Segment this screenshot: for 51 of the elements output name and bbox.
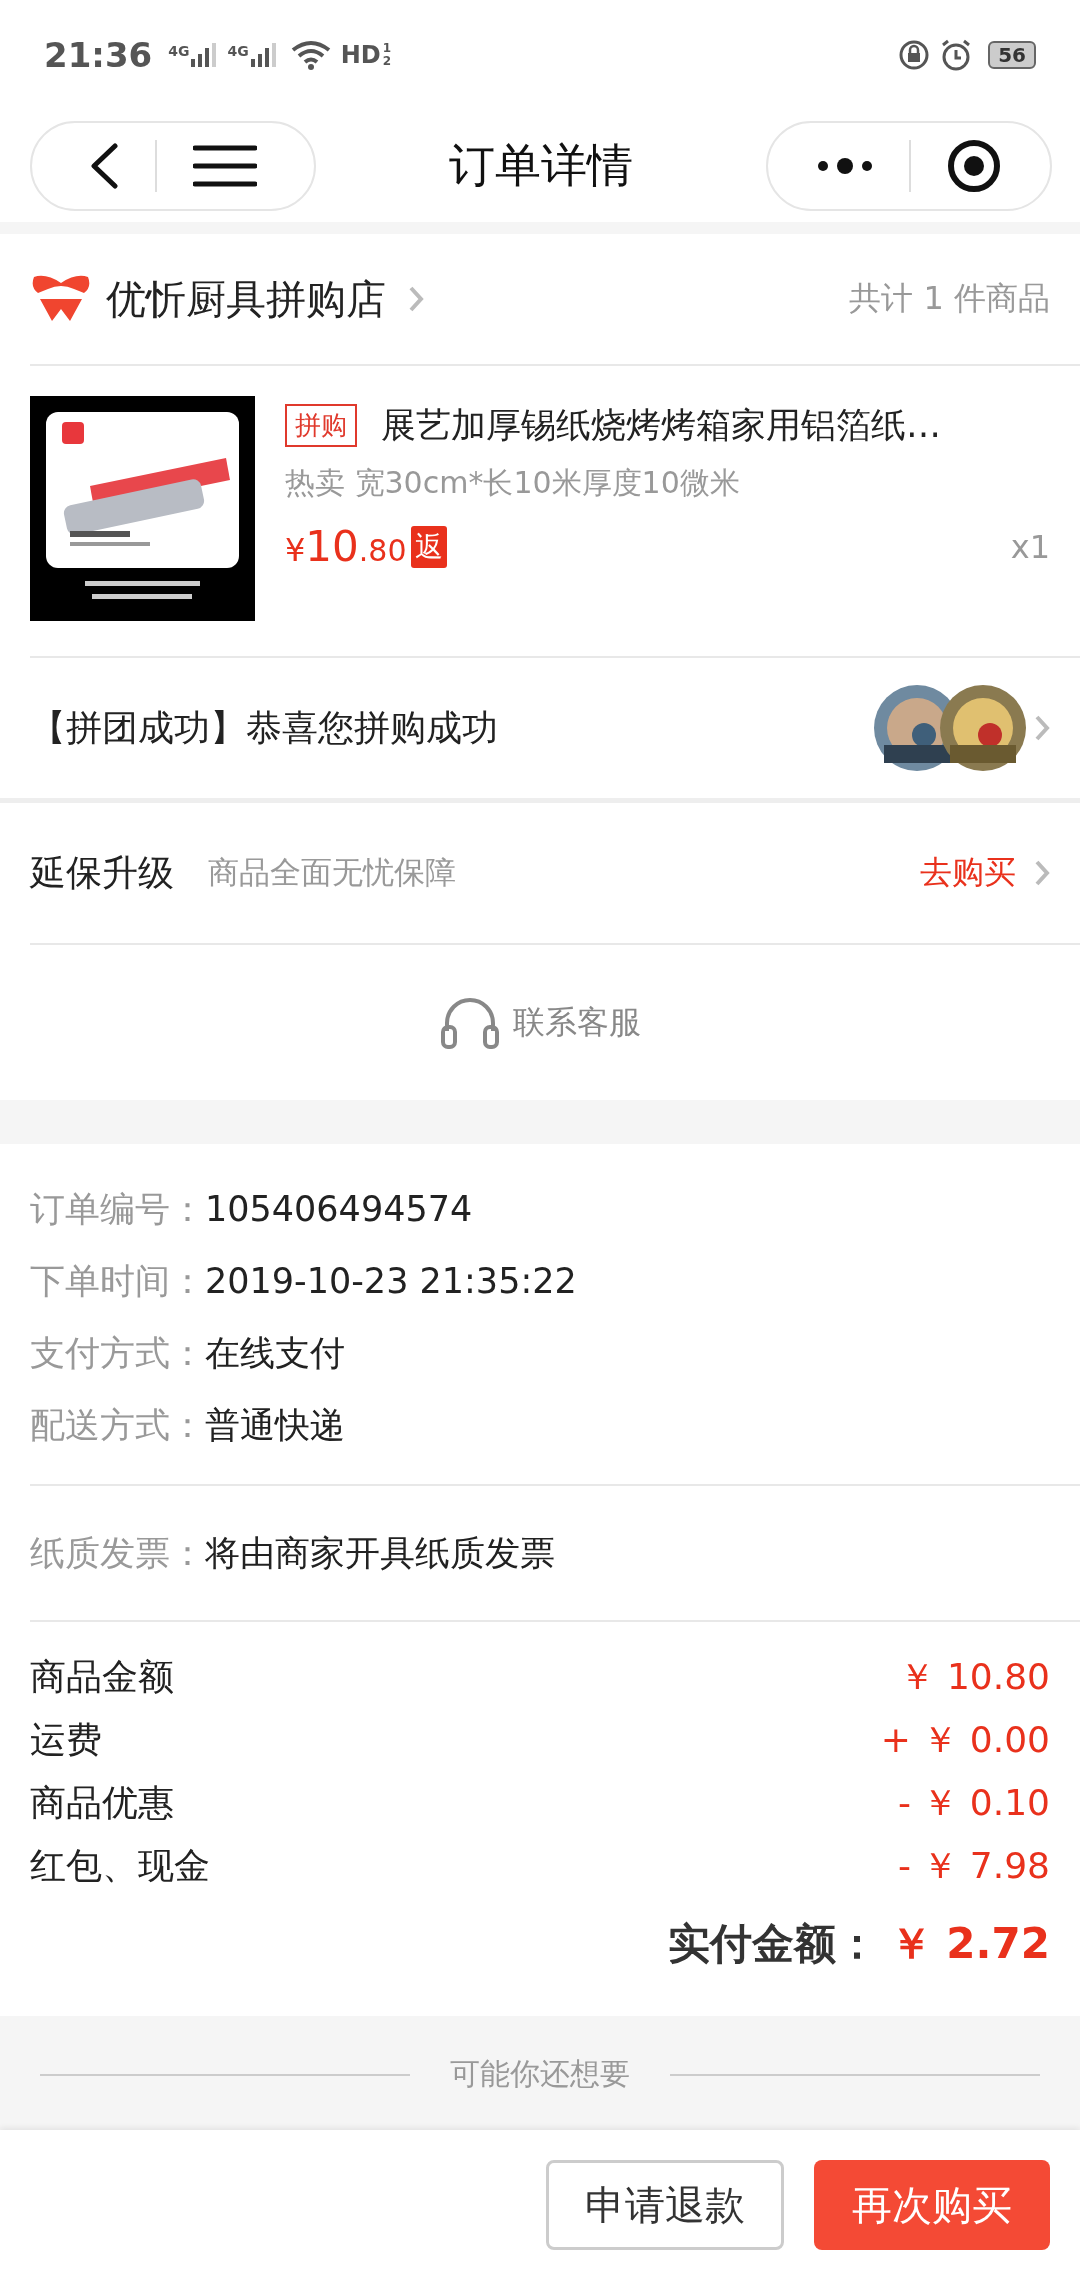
group-status-text: 【拼团成功】恭喜您拼购成功: [30, 705, 498, 750]
invoice-value: 将由商家开具纸质发票: [205, 1531, 555, 1575]
chevron-right-icon: [408, 285, 424, 313]
buy-again-button[interactable]: 再次购买: [814, 2160, 1050, 2250]
amount-value: - ￥ 0.10: [897, 1781, 1050, 1825]
item-count: 共计 1 件商品: [849, 278, 1050, 319]
amount-label: 商品金额: [30, 1655, 174, 1699]
signal-indicator: 4G: [227, 43, 277, 67]
lock-rotation-icon: [898, 39, 931, 71]
shop-name[interactable]: 优忻厨具拼购店: [106, 271, 386, 327]
group-buy-tag: 拼购: [285, 404, 357, 447]
amount-value: + ￥ 0.00: [880, 1718, 1050, 1762]
amount-label: 红包、现金: [30, 1844, 210, 1888]
info-label: 支付方式：: [30, 1331, 205, 1375]
status-time: 21:36: [44, 35, 153, 75]
info-label: 订单编号：: [30, 1187, 205, 1231]
warranty-title: 延保升级: [30, 850, 174, 895]
invoice-label: 纸质发票：: [30, 1531, 205, 1575]
amount-label: 运费: [30, 1718, 102, 1762]
close-icon[interactable]: [947, 139, 1001, 193]
total-value: ￥ 2.72: [889, 1918, 1050, 1970]
info-value: 普通快递: [205, 1403, 345, 1447]
customer-service-button[interactable]: 联系客服: [439, 994, 641, 1051]
amount-value: ￥ 10.80: [899, 1655, 1050, 1699]
more-icon[interactable]: [817, 156, 873, 176]
product-spec: 热卖 宽30cm*长10米厚度10微米: [285, 464, 741, 502]
recommend-heading: 可能你还想要: [450, 2055, 630, 2093]
battery-indicator: 56: [988, 41, 1036, 69]
info-value: 105406494574: [205, 1189, 473, 1229]
total-label: 实付金额：: [667, 1918, 878, 1970]
buy-warranty-link[interactable]: 去购买: [920, 851, 1016, 895]
rebate-badge: 返: [410, 525, 447, 568]
quantity: x1: [1010, 527, 1050, 566]
amount-label: 商品优惠: [30, 1781, 174, 1825]
back-icon[interactable]: [89, 143, 119, 189]
wifi-icon: [290, 40, 331, 70]
info-value: 2019-10-23 21:35:22: [205, 1261, 577, 1301]
product-title[interactable]: 展艺加厚锡纸烧烤烤箱家用铝箔纸…: [381, 402, 941, 449]
info-value: 在线支付: [205, 1331, 345, 1375]
warranty-description: 商品全面无忧保障: [208, 853, 456, 892]
info-label: 配送方式：: [30, 1403, 205, 1447]
info-label: 下单时间：: [30, 1259, 205, 1303]
product-price: ¥10.80: [285, 522, 407, 571]
chevron-right-icon: [1034, 859, 1050, 887]
alarm-icon: [940, 39, 973, 71]
refund-button[interactable]: 申请退款: [546, 2160, 784, 2250]
shop-logo-icon: [30, 275, 92, 323]
signal-indicator: 4G: [168, 43, 218, 67]
amount-value: - ￥ 7.98: [897, 1844, 1050, 1888]
menu-icon[interactable]: [193, 145, 257, 187]
page-title: 订单详情: [449, 137, 633, 194]
